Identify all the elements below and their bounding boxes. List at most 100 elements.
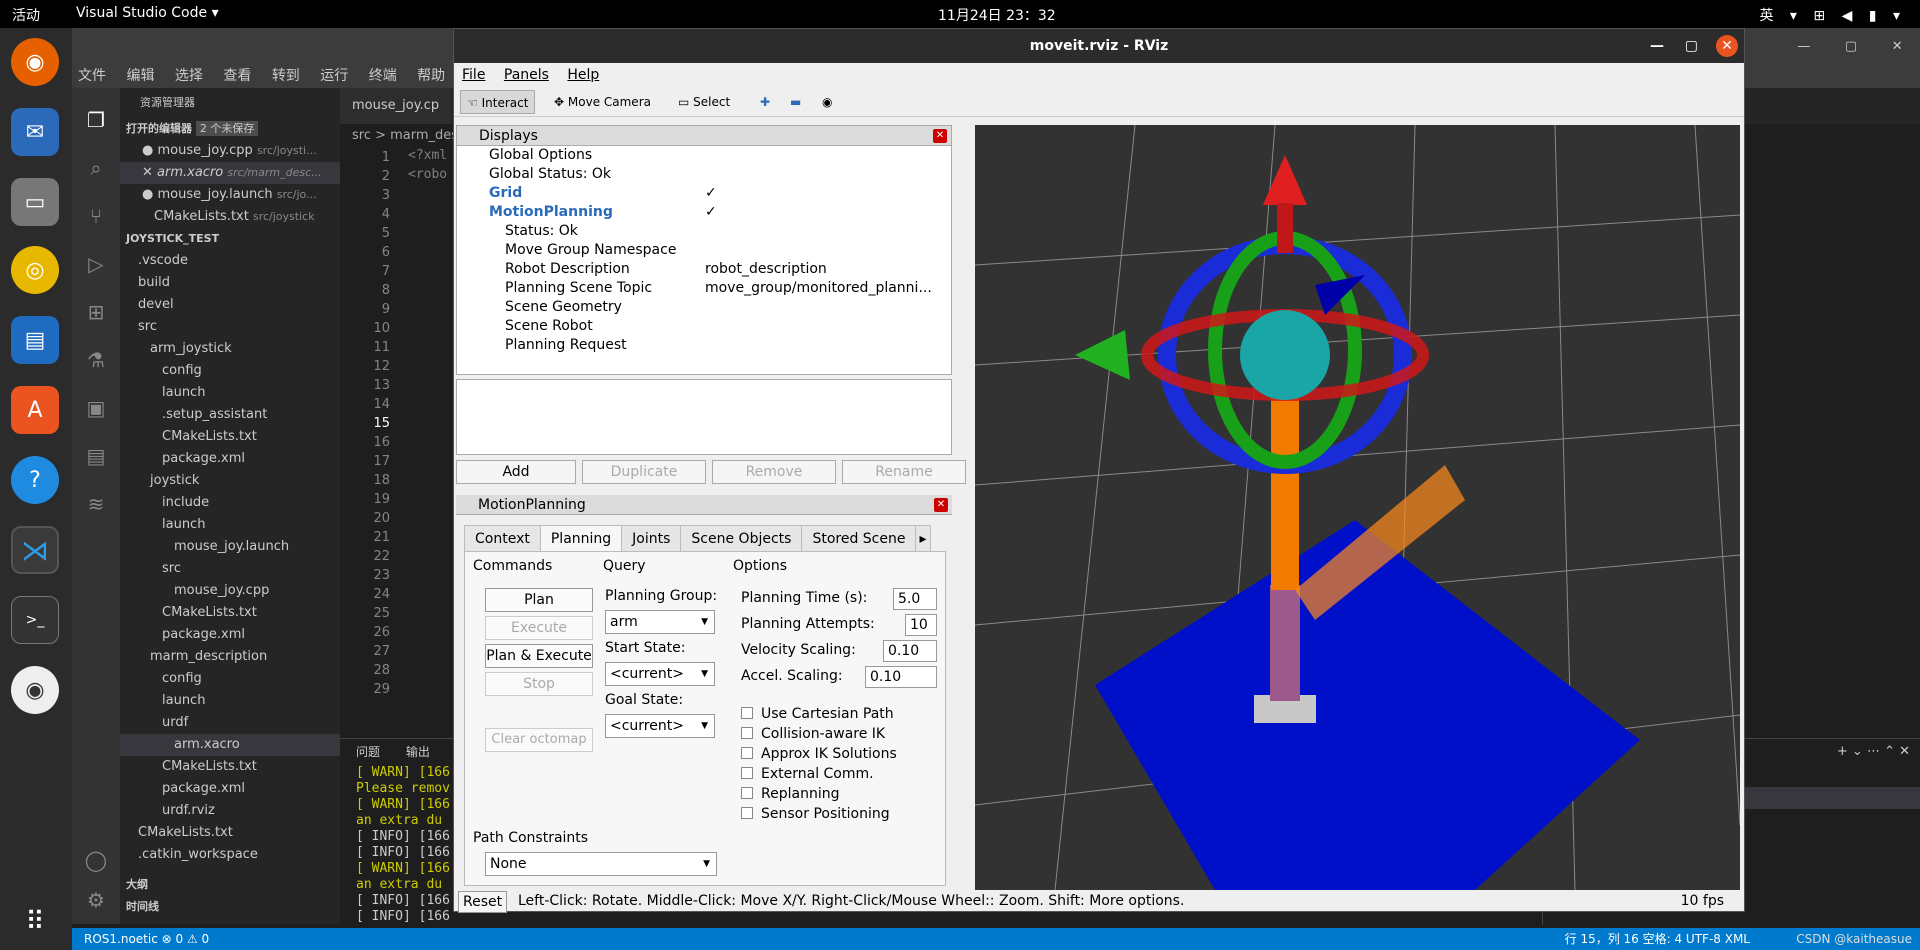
- display-row[interactable]: Global Status: Ok: [457, 165, 951, 184]
- panel-tab-problems[interactable]: 问题: [356, 745, 380, 759]
- menu-help[interactable]: Help: [567, 67, 599, 83]
- arrow-z-icon[interactable]: [1263, 155, 1307, 205]
- plan-button[interactable]: Plan: [485, 588, 593, 612]
- velocity-scaling-input[interactable]: 0.10: [883, 640, 937, 662]
- menu-panels[interactable]: Panels: [504, 67, 549, 83]
- option-checkbox[interactable]: External Comm.: [741, 766, 874, 782]
- app-menu[interactable]: Visual Studio Code ▾: [76, 5, 219, 21]
- outline-header[interactable]: 大纲: [120, 874, 340, 896]
- plan-execute-button[interactable]: Plan & Execute: [485, 644, 593, 668]
- file-tree-item[interactable]: build: [120, 272, 340, 294]
- option-checkbox[interactable]: Sensor Positioning: [741, 806, 890, 822]
- close-icon[interactable]: ✕: [933, 129, 947, 143]
- arrow-y-icon[interactable]: [1075, 330, 1130, 380]
- status-left[interactable]: ROS1.noetic ⊗ 0 ⚠ 0: [72, 932, 209, 946]
- activities-button[interactable]: 活动: [12, 5, 40, 25]
- planning-time-input[interactable]: 5.0: [893, 588, 937, 610]
- goal-state-select[interactable]: <current> ▼: [605, 714, 715, 738]
- duplicate-button[interactable]: Duplicate: [582, 460, 706, 484]
- display-row[interactable]: Global Options: [457, 146, 951, 165]
- menu-help[interactable]: 帮助: [417, 64, 445, 88]
- file-tree-item[interactable]: package.xml: [120, 624, 340, 646]
- option-checkbox[interactable]: Replanning: [741, 786, 839, 802]
- open-editor-item[interactable]: ✕ arm.xacro src/marm_desc...: [120, 162, 340, 184]
- search-icon[interactable]: ⌕: [84, 156, 108, 180]
- file-tree-item[interactable]: arm_joystick: [120, 338, 340, 360]
- clock[interactable]: 11月24日 23：32: [938, 5, 1056, 25]
- timeline-header[interactable]: 时间线: [120, 896, 340, 918]
- file-tree-item[interactable]: include: [120, 492, 340, 514]
- file-tree-item[interactable]: marm_description: [120, 646, 340, 668]
- layers-icon[interactable]: ≋: [84, 492, 108, 516]
- debug-icon[interactable]: ▷: [84, 252, 108, 276]
- stop-button[interactable]: Stop: [485, 672, 593, 696]
- file-tree-item[interactable]: src: [120, 558, 340, 580]
- tab-stored-scenes[interactable]: Stored Scene: [801, 525, 917, 551]
- menu-file[interactable]: File: [462, 67, 485, 83]
- display-row[interactable]: Planning Request: [457, 336, 951, 355]
- minimap[interactable]: [1790, 184, 1920, 764]
- music-icon[interactable]: ◎: [11, 246, 59, 294]
- menu-terminal[interactable]: 终端: [369, 64, 397, 88]
- file-tree-item[interactable]: CMakeLists.txt: [120, 822, 340, 844]
- tab-scene-objects[interactable]: Scene Objects: [680, 525, 803, 551]
- software-icon[interactable]: A: [11, 386, 59, 434]
- select-tool[interactable]: ▭ Select: [672, 90, 736, 114]
- file-tree-item[interactable]: joystick: [120, 470, 340, 492]
- open-editor-item[interactable]: ● mouse_joy.cpp src/joysti...: [120, 140, 340, 162]
- file-tree-item[interactable]: .setup_assistant: [120, 404, 340, 426]
- file-tree-item[interactable]: devel: [120, 294, 340, 316]
- planning-group-select[interactable]: arm ▼: [605, 610, 715, 634]
- menu-goto[interactable]: 转到: [272, 64, 300, 88]
- option-checkbox[interactable]: Approx IK Solutions: [741, 746, 897, 762]
- remove-button[interactable]: Remove: [712, 460, 836, 484]
- menu-file[interactable]: 文件: [78, 64, 106, 88]
- notebook-icon[interactable]: ▤: [84, 444, 108, 468]
- files-icon[interactable]: ▭: [11, 178, 59, 226]
- file-tree-item[interactable]: urdf.rviz: [120, 800, 340, 822]
- option-checkbox[interactable]: Collision-aware IK: [741, 726, 885, 742]
- extensions-icon[interactable]: ⊞: [84, 300, 108, 324]
- display-row[interactable]: MotionPlanning ✓: [457, 203, 951, 222]
- close-icon[interactable]: ✕: [934, 498, 948, 512]
- remove-tool-icon[interactable]: ▬: [784, 90, 807, 114]
- add-button[interactable]: Add: [456, 460, 576, 484]
- file-tree-item[interactable]: package.xml: [120, 778, 340, 800]
- maximize-icon[interactable]: ▢: [1845, 39, 1857, 54]
- disc-icon[interactable]: ◉: [11, 666, 59, 714]
- editor-tab[interactable]: mouse_joy.cp: [340, 88, 452, 124]
- menu-edit[interactable]: 编辑: [126, 64, 154, 88]
- execute-button[interactable]: Execute: [485, 616, 593, 640]
- status-right[interactable]: 行 15，列 16 空格: 4 UTF-8 XML: [1565, 928, 1750, 950]
- close-icon[interactable]: ✕: [1716, 35, 1738, 57]
- file-tree-item[interactable]: .catkin_workspace: [120, 844, 340, 866]
- minimize-icon[interactable]: —: [1797, 39, 1810, 54]
- interact-tool[interactable]: ☜ Interact: [460, 90, 536, 114]
- display-row[interactable]: Robot Description robot_description: [457, 260, 951, 279]
- workspace-header[interactable]: JOYSTICK_TEST: [120, 228, 340, 250]
- tab-scroll-icon[interactable]: ▸: [915, 525, 931, 551]
- maximize-icon[interactable]: ▢: [1685, 29, 1698, 63]
- close-icon[interactable]: ✕: [1892, 39, 1903, 54]
- file-tree-item[interactable]: launch: [120, 382, 340, 404]
- file-tree-item[interactable]: CMakeLists.txt: [120, 426, 340, 448]
- eye-icon[interactable]: ◉: [816, 90, 838, 114]
- terminal-icon[interactable]: >_: [11, 596, 59, 644]
- system-tray[interactable]: 英 ▾ ⊞ ◀ ▮ ▾: [1759, 5, 1906, 25]
- file-tree-item[interactable]: package.xml: [120, 448, 340, 470]
- display-row[interactable]: Scene Geometry: [457, 298, 951, 317]
- display-row[interactable]: Status: Ok: [457, 222, 951, 241]
- clear-octomap-button[interactable]: Clear octomap: [485, 728, 593, 752]
- file-tree-item[interactable]: config: [120, 668, 340, 690]
- menu-run[interactable]: 运行: [320, 64, 348, 88]
- menu-select[interactable]: 选择: [175, 64, 203, 88]
- firefox-icon[interactable]: ◉: [11, 38, 59, 86]
- settings-icon[interactable]: ⚙: [84, 888, 108, 912]
- display-row[interactable]: Scene Robot: [457, 317, 951, 336]
- explorer-icon[interactable]: ❐: [84, 108, 108, 132]
- file-tree-item[interactable]: .vscode: [120, 250, 340, 272]
- account-icon[interactable]: ◯: [84, 848, 108, 872]
- file-tree-item[interactable]: CMakeLists.txt: [120, 756, 340, 778]
- minimize-icon[interactable]: —: [1650, 29, 1664, 63]
- start-state-select[interactable]: <current> ▼: [605, 662, 715, 686]
